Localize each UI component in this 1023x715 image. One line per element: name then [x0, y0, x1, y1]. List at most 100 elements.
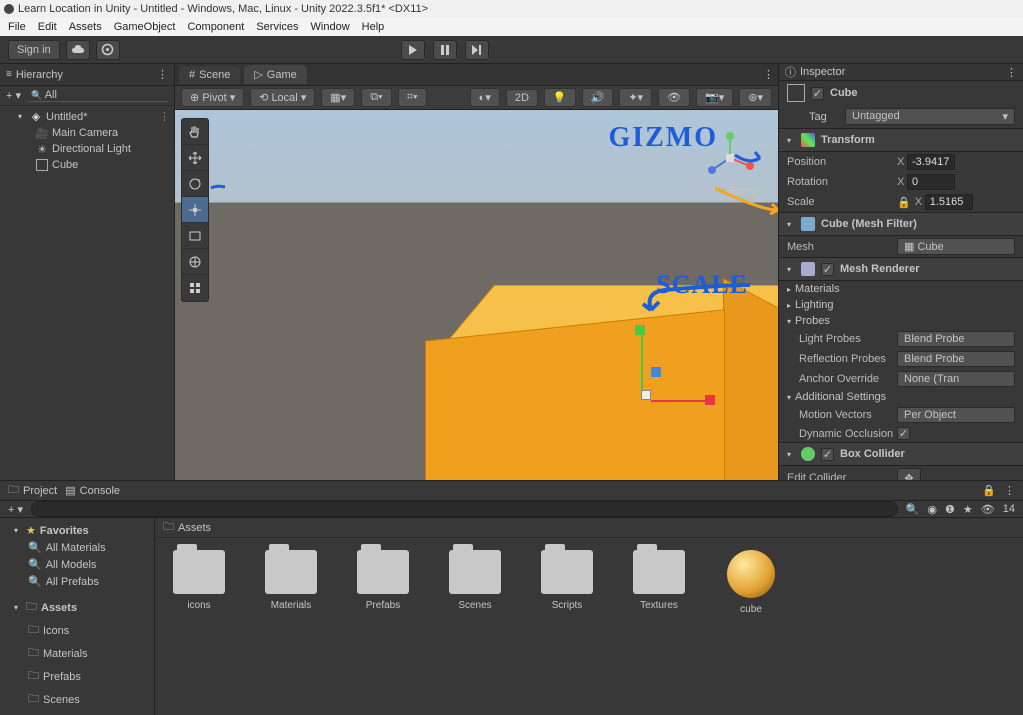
menu-services[interactable]: Services [256, 21, 298, 33]
lighting-foldout[interactable]: Lighting [795, 299, 834, 311]
anchor-override-dropdown[interactable]: None (Tran [897, 371, 1015, 387]
perspective-label[interactable]: ≡ Persp [721, 185, 758, 197]
pivot-toggle[interactable]: ⊕Pivot▾ [181, 88, 244, 107]
gizmos-toggle[interactable]: ⊛▾ [739, 88, 772, 107]
menu-edit[interactable]: Edit [38, 21, 57, 33]
scene-root-item[interactable]: ▾ ◈ Untitled* ⋮ [0, 108, 174, 125]
expand-icon[interactable]: ▾ [787, 136, 795, 145]
rotation-x-input[interactable]: 0 [907, 174, 955, 190]
favorite-all-models[interactable]: 🔍All Models [0, 556, 154, 573]
scale-x-input[interactable]: 1.5165 [925, 194, 973, 210]
gizmo-handle-uniform[interactable] [641, 390, 651, 400]
meshfilter-component-header[interactable]: ▾ Cube (Mesh Filter) [779, 212, 1023, 236]
active-checkbox[interactable]: ✓ [811, 87, 824, 100]
2d-toggle[interactable]: 2D [506, 89, 538, 107]
snap-toggle[interactable]: ⧉▾ [361, 88, 391, 107]
tree-folder-scenes[interactable]: 🗀Scenes [0, 688, 154, 711]
tab-project[interactable]: 🗀Project [8, 481, 57, 500]
assets-root[interactable]: ▾🗀Assets [0, 596, 154, 619]
audio-toggle[interactable]: 🔊 [582, 88, 614, 107]
lighting-toggle[interactable]: 💡 [544, 88, 576, 107]
collider-enable-checkbox[interactable]: ✓ [821, 448, 834, 461]
additional-foldout[interactable]: Additional Settings [795, 391, 886, 403]
create-asset-dropdown[interactable]: + ▾ [8, 503, 23, 516]
hierarchy-item-light[interactable]: ☀ Directional Light [0, 141, 174, 157]
menu-assets[interactable]: Assets [69, 21, 102, 33]
favorite-all-materials[interactable]: 🔍All Materials [0, 539, 154, 556]
move-tool[interactable] [182, 145, 208, 171]
meshrenderer-component-header[interactable]: ▾ ✓ Mesh Renderer [779, 257, 1023, 281]
tree-folder-prefabs[interactable]: 🗀Prefabs [0, 665, 154, 688]
fx-toggle[interactable]: ✦▾ [619, 88, 652, 107]
asset-textures-folder[interactable]: Textures [627, 550, 691, 611]
signin-button[interactable]: Sign in [8, 40, 60, 60]
gizmo-axis-x[interactable] [651, 400, 709, 402]
hierarchy-item-cube[interactable]: Cube [0, 157, 174, 173]
renderer-enable-checkbox[interactable]: ✓ [821, 263, 834, 276]
edit-collider-button[interactable]: ✥ [897, 468, 921, 480]
motion-vectors-dropdown[interactable]: Per Object [897, 407, 1015, 423]
panel-menu-icon[interactable]: ⋮ [1004, 484, 1015, 497]
favorite-all-prefabs[interactable]: 🔍All Prefabs [0, 573, 154, 590]
expand-icon[interactable]: ▾ [787, 265, 795, 274]
local-toggle[interactable]: ⟲Local▾ [250, 88, 315, 107]
panel-menu-icon[interactable]: ⋮ [1006, 66, 1017, 79]
visibility-toggle[interactable]: 👁 [658, 88, 690, 107]
panel-menu-icon[interactable]: ⋮ [157, 68, 168, 81]
dynamic-occlusion-checkbox[interactable]: ✓ [897, 427, 910, 440]
expand-icon[interactable]: ▾ [787, 220, 795, 229]
asset-scripts-folder[interactable]: Scripts [535, 550, 599, 611]
asset-cube-material[interactable]: cube [719, 550, 783, 615]
draw-mode[interactable]: ◐▾ [470, 88, 500, 107]
gizmo-handle-z[interactable] [651, 367, 661, 377]
light-probes-dropdown[interactable]: Blend Probe [897, 331, 1015, 347]
mesh-picker[interactable]: ▦ Cube [897, 238, 1015, 255]
transform-component-header[interactable]: ▾ Transform [779, 128, 1023, 152]
pause-button[interactable] [433, 40, 457, 60]
play-button[interactable] [401, 40, 425, 60]
gizmo-handle-x[interactable] [705, 395, 715, 405]
expand-icon[interactable]: ▾ [787, 450, 795, 459]
uniform-scale-icon[interactable]: 🔒 [897, 196, 911, 209]
hierarchy-item-camera[interactable]: 🎥 Main Camera [0, 125, 174, 141]
hand-tool[interactable] [182, 119, 208, 145]
tab-console[interactable]: ▤Console [65, 484, 120, 497]
create-dropdown[interactable]: + ▾ [6, 89, 21, 102]
asset-scenes-folder[interactable]: Scenes [443, 550, 507, 611]
asset-materials-folder[interactable]: Materials [259, 550, 323, 611]
favorites-root[interactable]: ▾★Favorites [0, 522, 154, 539]
scene-viewport[interactable]: ≡ Persp GIZMO SCALE [175, 110, 778, 480]
menu-file[interactable]: File [8, 21, 26, 33]
gizmo-handle-y[interactable] [635, 325, 645, 335]
project-search[interactable] [31, 501, 898, 517]
project-breadcrumb[interactable]: 🗀Assets [155, 518, 1023, 538]
asset-prefabs-folder[interactable]: Prefabs [351, 550, 415, 611]
grid-toggle[interactable]: ▦▾ [321, 88, 355, 107]
hidden-packages-icon[interactable]: 👁 [981, 503, 995, 516]
search-filter-icon[interactable]: 🔍 [906, 503, 920, 516]
menu-gameobject[interactable]: GameObject [114, 21, 176, 33]
scale-tool[interactable] [182, 197, 208, 223]
menu-help[interactable]: Help [362, 21, 385, 33]
expand-icon[interactable]: ▾ [18, 112, 26, 121]
item-menu-icon[interactable]: ⋮ [159, 110, 170, 123]
position-x-input[interactable]: -3.9417 [907, 154, 955, 170]
transform-tool[interactable] [182, 249, 208, 275]
orientation-gizmo[interactable] [702, 130, 758, 186]
rect-tool[interactable] [182, 223, 208, 249]
boxcollider-component-header[interactable]: ▾ ✓ Box Collider [779, 442, 1023, 466]
menu-component[interactable]: Component [187, 21, 244, 33]
tab-scene[interactable]: # Scene [179, 66, 240, 84]
tag-dropdown[interactable]: Untagged ▾ [845, 108, 1015, 125]
settings-icon[interactable] [96, 40, 120, 60]
probes-foldout[interactable]: Probes [795, 315, 830, 327]
cloud-icon[interactable] [66, 40, 90, 60]
snap-inc[interactable]: ⌗▾ [398, 88, 427, 107]
camera-toggle[interactable]: 📷▾ [696, 88, 733, 107]
gizmo-axis-y[interactable] [641, 335, 643, 395]
reflection-probes-dropdown[interactable]: Blend Probe [897, 351, 1015, 367]
rotate-tool[interactable] [182, 171, 208, 197]
step-button[interactable] [465, 40, 489, 60]
tree-folder-icons[interactable]: 🗀Icons [0, 619, 154, 642]
tab-game[interactable]: ▷ Game [244, 65, 306, 84]
